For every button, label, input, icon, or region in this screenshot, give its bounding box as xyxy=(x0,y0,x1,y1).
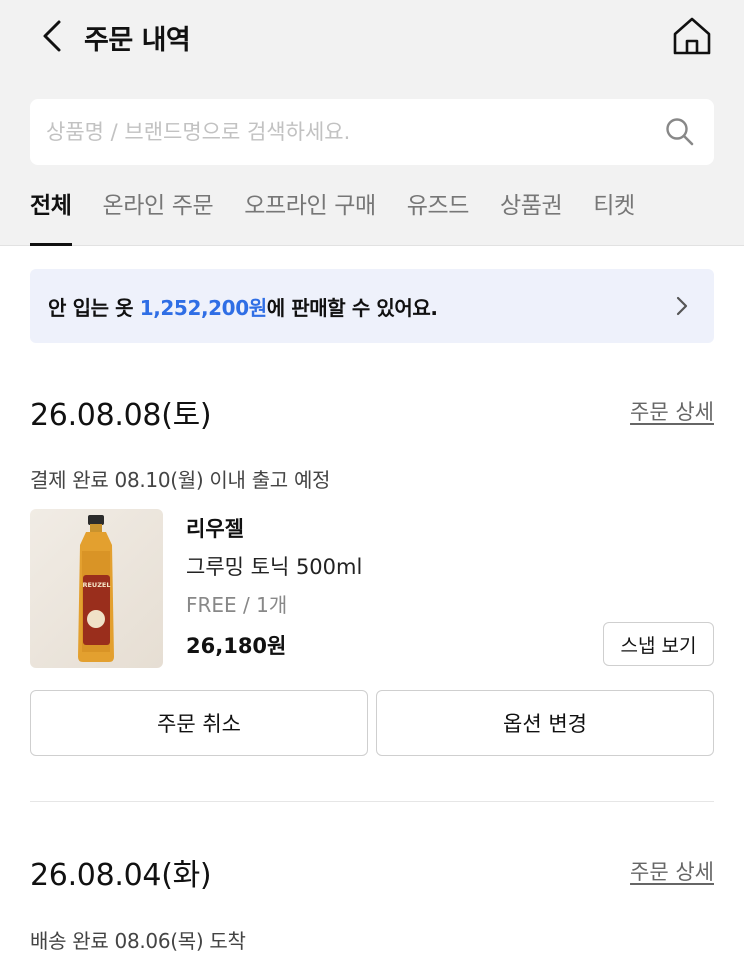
order-status: 결제 완료 08.10(월) 이내 출고 예정 xyxy=(30,468,331,492)
resale-banner[interactable]: 안 입는 옷 1,252,200원에 판매할 수 있어요. xyxy=(30,269,714,343)
search-input[interactable] xyxy=(46,99,646,165)
tab-ticket[interactable]: 티켓 xyxy=(593,186,635,246)
app-header: 주문 내역 xyxy=(0,0,744,74)
tab-offline-purchase[interactable]: 오프라인 구매 xyxy=(244,186,376,246)
order-date: 26.08.08(토) xyxy=(30,398,212,433)
banner-suffix: 에 판매할 수 있어요. xyxy=(266,296,438,320)
banner-prefix: 안 입는 옷 xyxy=(48,296,140,320)
product-option: FREE / 1개 xyxy=(186,593,288,617)
change-option-button[interactable]: 옵션 변경 xyxy=(376,690,714,756)
order-date: 26.08.04(화) xyxy=(30,858,212,893)
search-bar xyxy=(30,99,714,165)
product-brand[interactable]: 리우젤 xyxy=(186,513,244,543)
order-detail-link[interactable]: 주문 상세 xyxy=(630,396,714,426)
order-tabs: 전체 온라인 주문 오프라인 구매 유즈드 상품권 티켓 xyxy=(30,186,666,246)
bottle-label: REUZEL xyxy=(82,581,110,589)
banner-amount: 1,252,200원 xyxy=(139,296,267,320)
top-area: 주문 내역 전체 온라인 주문 오프라인 구매 유즈드 상품권 티켓 xyxy=(0,0,744,246)
cancel-order-button[interactable]: 주문 취소 xyxy=(30,690,368,756)
order-detail-link[interactable]: 주문 상세 xyxy=(630,856,714,886)
tab-all[interactable]: 전체 xyxy=(30,186,72,246)
page-title: 주문 내역 xyxy=(84,25,191,56)
chevron-right-icon xyxy=(676,296,688,316)
order-divider xyxy=(30,801,714,802)
product-name[interactable]: 그루밍 토닉 500ml xyxy=(186,551,362,581)
back-button[interactable] xyxy=(30,14,74,58)
snapshot-button[interactable]: 스냅 보기 xyxy=(603,622,714,666)
tab-used[interactable]: 유즈드 xyxy=(407,186,470,246)
banner-text: 안 입는 옷 1,252,200원에 판매할 수 있어요. xyxy=(48,292,438,321)
product-image[interactable]: REUZEL xyxy=(30,509,163,668)
chevron-left-icon xyxy=(43,20,61,52)
tab-online-order[interactable]: 온라인 주문 xyxy=(103,186,214,246)
order-status: 배송 완료 08.06(목) 도착 xyxy=(30,929,246,953)
tab-gift-card[interactable]: 상품권 xyxy=(500,186,563,246)
home-icon xyxy=(673,17,711,55)
search-icon[interactable] xyxy=(664,116,696,148)
home-button[interactable] xyxy=(668,12,716,60)
tonic-bottle-image: REUZEL xyxy=(78,515,114,662)
product-price: 26,180원 xyxy=(186,634,287,658)
